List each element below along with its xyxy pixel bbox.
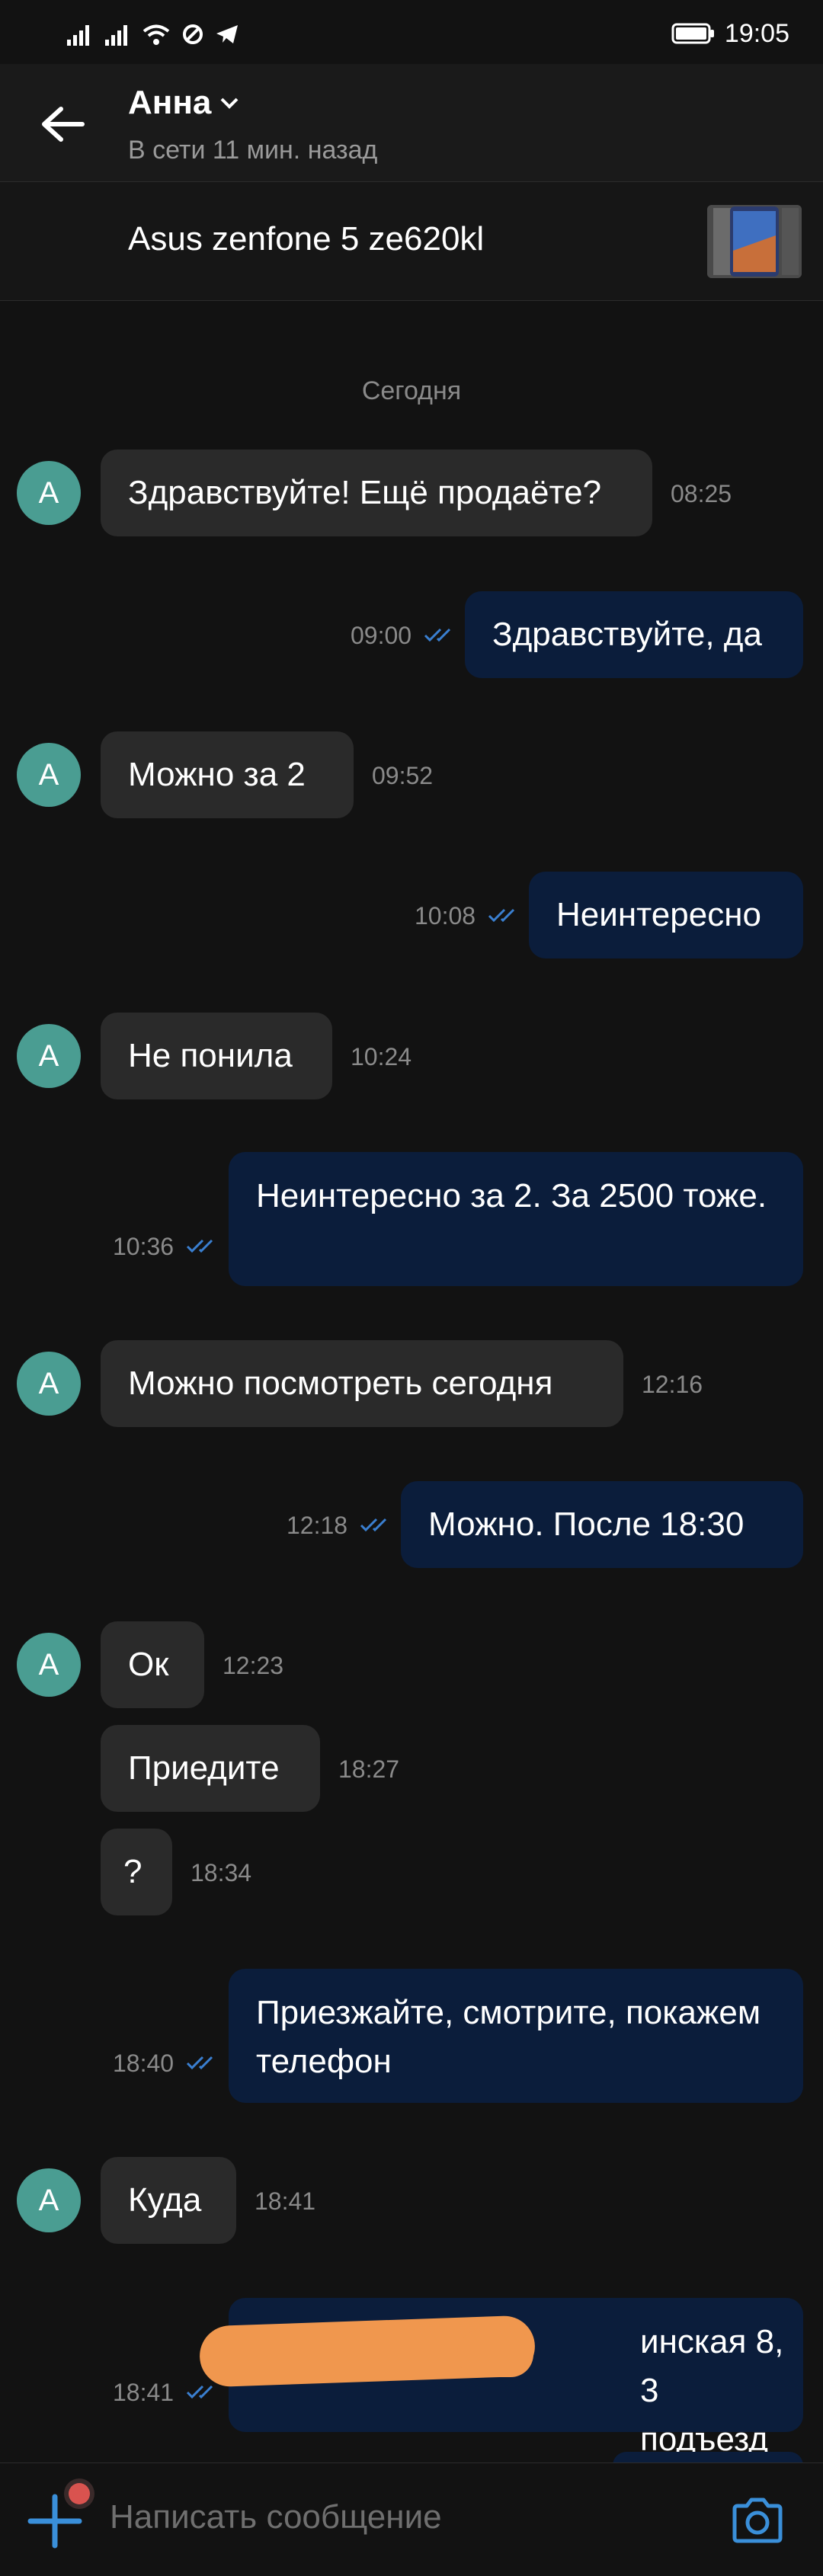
- product-thumbnail[interactable]: [707, 205, 802, 278]
- message-bubble: Здравствуйте, да: [465, 591, 803, 678]
- message-time: 18:41: [255, 2187, 316, 2215]
- avatar[interactable]: А: [17, 1024, 81, 1088]
- avatar[interactable]: А: [17, 1633, 81, 1697]
- double-check-icon: [424, 628, 451, 642]
- signal-icon: [105, 25, 127, 46]
- message-time: 10:24: [351, 1043, 412, 1070]
- message-outgoing[interactable]: 09:00 Здравствуйте, да: [335, 591, 803, 678]
- chat-header: Анна В сети 11 мин. назад: [0, 64, 823, 182]
- chevron-down-icon: [220, 98, 239, 109]
- message-time: 09:00: [351, 622, 412, 649]
- message-bubble: Неинтересно: [529, 872, 803, 958]
- message-bubble: Можно за 2: [101, 731, 354, 818]
- message-time: 08:25: [671, 480, 732, 507]
- message-composer: Написать сообщение: [0, 2462, 823, 2576]
- status-icons-right: 19:05: [671, 18, 789, 49]
- status-icons-left: [66, 21, 239, 47]
- date-separator: Сегодня: [361, 376, 462, 405]
- avatar[interactable]: А: [17, 2168, 81, 2232]
- avatar-letter: А: [38, 1038, 59, 1073]
- telegram-icon: [216, 25, 238, 43]
- message-incoming[interactable]: Можно за 2 09:52: [101, 731, 451, 818]
- message-input[interactable]: Написать сообщение: [110, 2498, 442, 2536]
- contact-name-button[interactable]: Анна: [128, 84, 240, 122]
- signal-icon: [67, 25, 89, 46]
- wifi-icon: [143, 24, 170, 45]
- status-bar: 19:05: [0, 0, 823, 64]
- double-check-icon: [186, 2056, 213, 2070]
- message-bubble: Неинтересно за 2. За 2500 тоже.: [229, 1152, 803, 1286]
- message-time: 18:41: [113, 2379, 175, 2406]
- message-bubble: Приедите: [101, 1725, 320, 1812]
- avatar-letter: А: [38, 757, 59, 792]
- camera-icon[interactable]: [730, 2497, 785, 2544]
- avatar[interactable]: А: [17, 461, 81, 525]
- avatar[interactable]: А: [17, 743, 81, 807]
- product-title: Asus zenfone 5 ze620kl: [128, 220, 485, 258]
- message-time: 18:27: [338, 1755, 400, 1783]
- contact-status: В сети 11 мин. назад: [128, 136, 378, 165]
- status-time: 19:05: [724, 18, 789, 48]
- message-time: 18:34: [191, 1859, 252, 1886]
- message-bubble: Можно посмотреть сегодня: [101, 1340, 623, 1427]
- message-incoming[interactable]: Не понила 10:24: [101, 1013, 451, 1099]
- double-check-icon: [488, 908, 515, 923]
- message-time: 18:40: [113, 2050, 175, 2077]
- double-check-icon: [186, 2385, 213, 2399]
- message-bubble: Приезжайте, смотрите, покажем телефон: [229, 1969, 803, 2103]
- avatar-letter: А: [38, 1366, 59, 1400]
- double-check-icon: [186, 1239, 213, 1253]
- product-bar[interactable]: Asus zenfone 5 ze620kl: [0, 182, 823, 301]
- notification-dot: [69, 2483, 90, 2504]
- message-bubble: Можно. После 18:30: [401, 1481, 803, 1568]
- message-outgoing[interactable]: 12:18 Можно. После 18:30: [271, 1481, 803, 1568]
- message-bubble: Куда: [101, 2157, 236, 2244]
- back-arrow-icon[interactable]: [40, 105, 85, 143]
- avatar-letter: А: [38, 1647, 59, 1682]
- message-incoming[interactable]: Приедите 18:27: [101, 1725, 421, 1812]
- message-time: 10:08: [415, 902, 476, 930]
- redaction-mark: [457, 2330, 533, 2377]
- message-outgoing[interactable]: 18:40 Приезжайте, смотрите, покажем теле…: [111, 1969, 803, 2103]
- message-incoming[interactable]: Можно посмотреть сегодня 12:16: [101, 1340, 710, 1427]
- message-time: 12:23: [223, 1652, 284, 1679]
- message-time: 09:52: [372, 762, 434, 789]
- message-bubble: Здравствуйте! Ещё продаёте?: [101, 450, 652, 536]
- message-outgoing[interactable]: 10:08 Неинтересно: [399, 872, 803, 958]
- avatar-letter: А: [38, 475, 59, 510]
- avatar[interactable]: А: [17, 1352, 81, 1416]
- message-incoming[interactable]: Куда 18:41: [101, 2157, 344, 2244]
- message-time: 12:18: [287, 1512, 348, 1539]
- message-bubble: Ок: [101, 1621, 204, 1708]
- message-incoming[interactable]: ? 18:34: [101, 1829, 329, 1915]
- message-incoming[interactable]: Ок 12:23: [101, 1621, 344, 1708]
- message-time: 10:36: [113, 1233, 175, 1260]
- data-saver-icon: [183, 24, 203, 44]
- message-incoming[interactable]: Здравствуйте! Ещё продаёте? 08:25: [101, 450, 732, 536]
- avatar-letter: А: [38, 2183, 59, 2217]
- contact-name: Анна: [128, 84, 212, 121]
- message-bubble: Не понила: [101, 1013, 332, 1099]
- message-outgoing[interactable]: 10:36 Неинтересно за 2. За 2500 тоже.: [111, 1152, 803, 1286]
- message-bubble: ?: [101, 1829, 172, 1915]
- battery-icon: [671, 23, 714, 44]
- message-time: 12:16: [642, 1371, 703, 1398]
- double-check-icon: [360, 1518, 387, 1532]
